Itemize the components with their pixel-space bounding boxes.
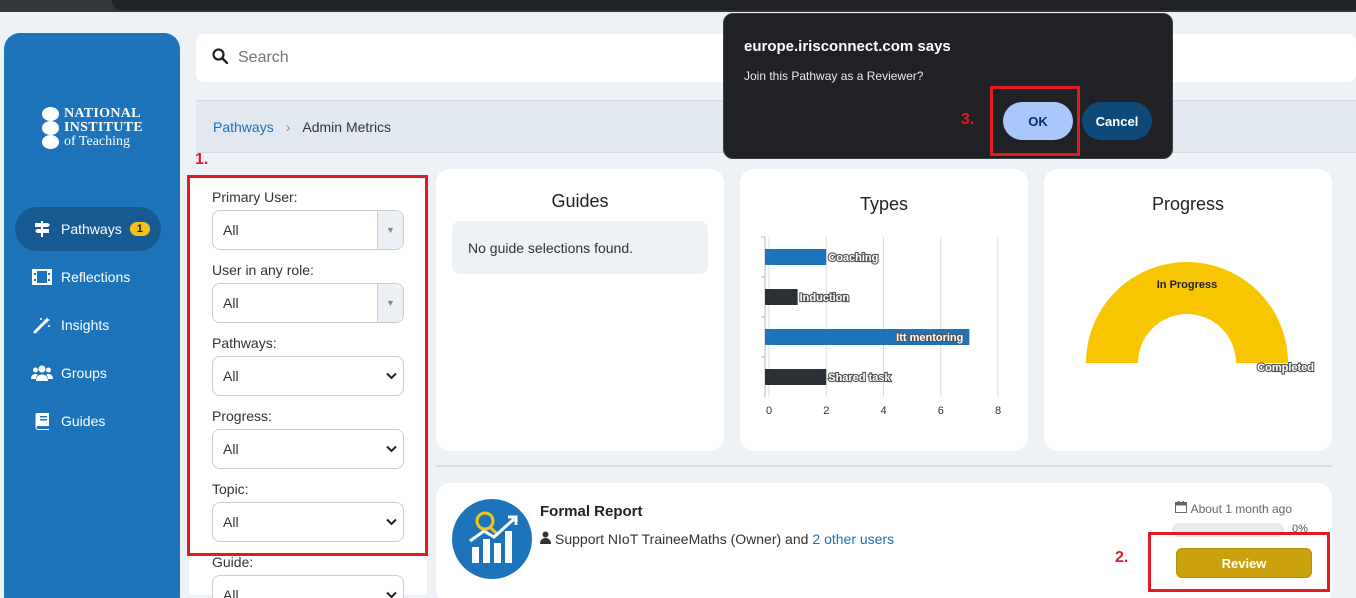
search-input[interactable] — [238, 49, 538, 67]
logo-line-2: INSTITUTE — [64, 120, 143, 135]
niot-logo[interactable]: NATIONAL INSTITUTE of Teaching — [42, 105, 162, 155]
sidebar-item-pathways[interactable]: Pathways 1 — [15, 207, 161, 251]
bar — [765, 249, 827, 265]
sidebar-item-groups[interactable]: Groups — [15, 351, 161, 395]
annotation-box-ok — [990, 86, 1080, 156]
owner-text: Support NIoT TraineeMaths (Owner) and — [555, 531, 809, 547]
sidebar-item-label: Pathways — [61, 221, 122, 237]
logo-line-1: NATIONAL — [64, 106, 141, 121]
pathways-count-badge: 1 — [129, 222, 150, 236]
donut-slice — [1086, 262, 1288, 363]
timestamp-text: About 1 month ago — [1190, 501, 1292, 516]
pathway-members: Support NIoT TraineeMaths (Owner) and 2 … — [540, 531, 894, 547]
logo-mark-icon — [42, 107, 62, 149]
slice-label: Completed — [1257, 362, 1314, 374]
users-icon — [31, 363, 53, 383]
x-tick-label: 6 — [938, 405, 944, 417]
sidebar-item-reflections[interactable]: Reflections — [15, 255, 161, 299]
book-icon — [31, 411, 53, 431]
dialog-message: Join this Pathway as a Reviewer? — [744, 69, 924, 83]
slice-label: In Progress — [1157, 279, 1218, 291]
dialog-title: europe.irisconnect.com says — [744, 38, 951, 55]
bar — [765, 369, 827, 385]
dialog-cancel-button[interactable]: Cancel — [1082, 102, 1152, 140]
breadcrumb-current: Admin Metrics — [302, 118, 392, 135]
address-bar[interactable] — [112, 0, 1356, 10]
signpost-icon — [31, 219, 53, 239]
pathway-timestamp: About 1 month ago — [1174, 501, 1292, 516]
x-tick-label: 8 — [995, 405, 1001, 417]
x-tick-label: 4 — [880, 405, 886, 417]
logo-line-3: of Teaching — [64, 134, 131, 149]
chevron-down-icon — [386, 588, 397, 598]
section-divider — [436, 465, 1332, 467]
pathway-title[interactable]: Formal Report — [540, 503, 643, 520]
guides-empty-message: No guide selections found. — [452, 221, 708, 274]
x-tick-label: 0 — [766, 405, 772, 417]
report-chart-icon — [452, 499, 532, 579]
sidebar-item-label: Groups — [61, 365, 107, 381]
guides-card-title: Guides — [551, 191, 609, 211]
search-icon — [212, 47, 229, 69]
chevron-right-icon: › — [285, 118, 291, 135]
other-users-link[interactable]: 2 other users — [812, 531, 894, 547]
annotation-box-filters — [187, 175, 428, 556]
annotation-box-review — [1148, 532, 1330, 592]
bar-label: Induction — [800, 292, 850, 304]
guide-select[interactable]: All — [212, 575, 404, 598]
sidebar-item-label: Insights — [61, 317, 110, 333]
bar-label: Shared task — [828, 372, 891, 384]
guide-select-value: All — [223, 587, 239, 598]
guides-card: Guides No guide selections found. — [436, 169, 724, 451]
guide-filter-label: Guide: — [212, 554, 254, 570]
annotation-label-1: 1. — [195, 151, 209, 168]
sidebar-item-label: Reflections — [61, 269, 131, 285]
sidebar-item-guides[interactable]: Guides — [15, 399, 161, 443]
calendar-icon — [1174, 501, 1187, 516]
types-card: Types 0 2 4 6 8 Coaching Induction Itt mentorin… — [740, 169, 1028, 451]
sidebar-item-label: Guides — [61, 413, 106, 429]
sidebar-item-insights[interactable]: Insights — [15, 303, 161, 347]
annotation-label-3: 3. — [961, 111, 975, 128]
magic-wand-icon — [31, 315, 53, 335]
bar — [765, 289, 798, 305]
bar-label: Itt mentoring — [896, 332, 963, 344]
progress-card: Progress In Progress Completed — [1044, 169, 1332, 451]
film-icon — [31, 267, 53, 287]
breadcrumb-pathways-link[interactable]: Pathways — [213, 119, 274, 135]
bar-label: Coaching — [828, 252, 878, 264]
annotation-label-2: 2. — [1115, 549, 1129, 566]
browser-top-bar — [0, 0, 1356, 12]
progress-donut-chart: In Progress Completed — [1086, 262, 1315, 375]
confirm-dialog: europe.irisconnect.com says Join this Pa… — [723, 13, 1173, 159]
x-tick-label: 2 — [823, 405, 829, 417]
types-bar-chart: 0 2 4 6 8 Coaching Induction Itt mentoring Share… — [761, 236, 1001, 417]
user-icon — [540, 531, 551, 547]
